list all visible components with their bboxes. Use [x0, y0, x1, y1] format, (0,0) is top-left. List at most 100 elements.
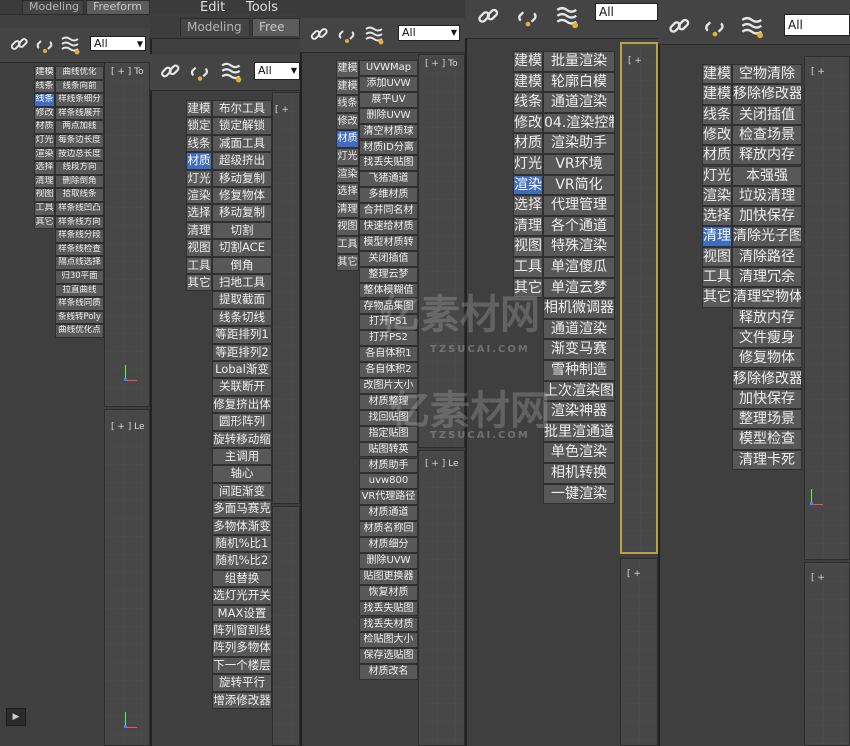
command-button[interactable]: VR代理路径 — [359, 489, 418, 506]
category-button[interactable]: 材质 — [336, 130, 359, 148]
command-button[interactable]: 清理卡死 — [732, 449, 802, 470]
command-button[interactable]: 清理空物体 — [732, 287, 802, 308]
command-button[interactable]: 各个通道 — [543, 215, 615, 237]
category-button[interactable]: 材质 — [186, 152, 212, 170]
command-button[interactable]: 样条线同质 — [55, 297, 104, 311]
command-button[interactable]: 删除倒角 — [55, 174, 104, 189]
command-button[interactable]: 各自体积2 — [359, 362, 418, 378]
command-button[interactable]: 材质整理 — [359, 393, 418, 410]
command-button[interactable]: Lobal渐变 — [212, 361, 272, 379]
command-button[interactable]: 通道渲染 — [543, 92, 615, 113]
viewport-left[interactable]: [ + — [620, 558, 658, 746]
command-button[interactable]: 代理管理 — [543, 195, 615, 216]
category-button[interactable]: 其它 — [702, 287, 732, 308]
command-button[interactable]: 相机微调器 — [543, 298, 615, 319]
category-button[interactable]: 建模 — [34, 66, 55, 80]
command-button[interactable]: 曲线优化 — [55, 66, 104, 80]
command-button[interactable]: 贴图更换器 — [359, 568, 418, 585]
category-button[interactable]: 灯光 — [34, 134, 55, 148]
viewport-top[interactable]: [ + ] To — [418, 54, 465, 448]
category-button[interactable]: 线条 — [186, 134, 212, 153]
category-button[interactable]: 工具 — [186, 256, 212, 274]
command-button[interactable]: 多维材质 — [359, 187, 418, 204]
viewport-left[interactable]: [ + ] Le — [418, 450, 465, 746]
command-button[interactable]: 线条向前 — [55, 79, 104, 94]
command-button[interactable]: 清除路径 — [732, 246, 802, 267]
category-button[interactable]: 修改 — [336, 112, 359, 131]
command-button[interactable]: 删除UVW — [359, 552, 418, 569]
command-button[interactable]: 上次渲染图 — [543, 380, 615, 402]
category-button[interactable]: 清理 — [513, 215, 543, 237]
menu-edit[interactable]: Edit — [200, 0, 225, 15]
category-button[interactable]: 清理 — [34, 174, 55, 189]
command-button[interactable]: 材质改名 — [359, 664, 418, 681]
category-button[interactable]: 其它 — [186, 274, 212, 292]
command-button[interactable]: 等距排列1 — [212, 326, 272, 344]
unlink-icon[interactable] — [515, 4, 541, 34]
command-button[interactable]: 合并同名材 — [359, 203, 418, 219]
viewport-left[interactable]: [ + — [804, 562, 850, 746]
command-button[interactable]: 多物体渐变 — [212, 517, 272, 535]
category-button[interactable]: 灯光 — [336, 148, 359, 166]
command-button[interactable]: 空物清除 — [732, 64, 802, 85]
viewport-top[interactable]: [ + — [804, 56, 850, 560]
command-button[interactable]: 样条线检查 — [55, 242, 104, 257]
command-button[interactable]: 一键渲染 — [543, 483, 615, 505]
command-button[interactable]: 材质名称回 — [359, 521, 418, 537]
command-button[interactable]: 添加UVW — [359, 75, 418, 92]
command-button[interactable]: 主调用 — [212, 448, 272, 466]
command-button[interactable]: 渲染助手 — [543, 133, 615, 154]
category-button[interactable]: 视图 — [34, 188, 55, 202]
command-button[interactable]: UVWMap — [359, 60, 418, 76]
command-button[interactable]: 改图片大小 — [359, 378, 418, 394]
command-button[interactable]: 渐变马赛 — [543, 339, 615, 360]
command-button[interactable]: 材质ID分离 — [359, 139, 418, 156]
command-button[interactable]: 移除修改器 — [732, 84, 802, 105]
viewport-top-active[interactable]: [ + — [620, 42, 658, 554]
category-button[interactable]: 建模 — [186, 100, 212, 118]
command-button[interactable]: 轴心 — [212, 465, 272, 483]
command-button[interactable]: 相机转换 — [543, 463, 615, 484]
command-button[interactable]: 垃圾清理 — [732, 185, 802, 207]
category-button[interactable]: 选择 — [336, 183, 359, 201]
bind-spacewarp-icon[interactable] — [740, 14, 766, 44]
command-button[interactable]: 布尔工具 — [212, 100, 272, 118]
command-button[interactable]: 渲染神器 — [543, 401, 615, 422]
command-button[interactable]: 样条线凹凸 — [55, 202, 104, 216]
category-button[interactable]: 渲染 — [336, 165, 359, 184]
command-button[interactable]: 释放内存 — [732, 307, 802, 328]
category-button[interactable]: 其它 — [34, 215, 55, 230]
command-button[interactable]: 修复物体 — [732, 348, 802, 369]
command-button[interactable]: 随机%比1 — [212, 535, 272, 553]
command-button[interactable]: 飞猪通道 — [359, 171, 418, 188]
command-button[interactable]: 文件瘦身 — [732, 327, 802, 349]
category-button[interactable]: 清理 — [702, 226, 732, 247]
command-button[interactable]: 展平UV — [359, 91, 418, 108]
category-button[interactable]: 渲染 — [34, 147, 55, 162]
command-button[interactable]: VR环境 — [543, 154, 615, 175]
command-button[interactable]: 旋转移动缩 — [212, 430, 272, 448]
category-button[interactable]: 建模 — [336, 77, 359, 96]
command-button[interactable]: 旋转平行 — [212, 674, 272, 692]
command-button[interactable]: 超级挤出 — [212, 152, 272, 170]
command-button[interactable]: 移动复制 — [212, 169, 272, 187]
viewport-left[interactable] — [272, 506, 300, 746]
command-button[interactable]: 拉直曲线 — [55, 283, 104, 298]
command-button[interactable]: 归30平面 — [55, 270, 104, 284]
command-button[interactable]: 曲线优化点 — [55, 324, 104, 338]
selection-filter-dropdown[interactable]: All ▼ — [254, 62, 300, 80]
command-button[interactable]: 快速给材质 — [359, 219, 418, 235]
category-button[interactable]: 视图 — [336, 218, 359, 236]
bind-spacewarp-icon[interactable] — [60, 34, 82, 60]
command-button[interactable]: 模型检查 — [732, 429, 802, 450]
category-button[interactable]: 材质 — [34, 120, 55, 134]
command-button[interactable]: 加快保存 — [732, 206, 802, 227]
command-button[interactable]: 间距渐变 — [212, 482, 272, 501]
bind-spacewarp-icon[interactable] — [555, 4, 581, 34]
command-button[interactable]: 下一个楼层 — [212, 656, 272, 675]
category-button[interactable]: 建模 — [702, 84, 732, 105]
category-button[interactable]: 建模 — [336, 60, 359, 78]
command-button[interactable]: 保存选贴图 — [359, 648, 418, 665]
category-button[interactable]: 选择 — [513, 195, 543, 216]
category-button[interactable]: 选择 — [34, 161, 55, 175]
